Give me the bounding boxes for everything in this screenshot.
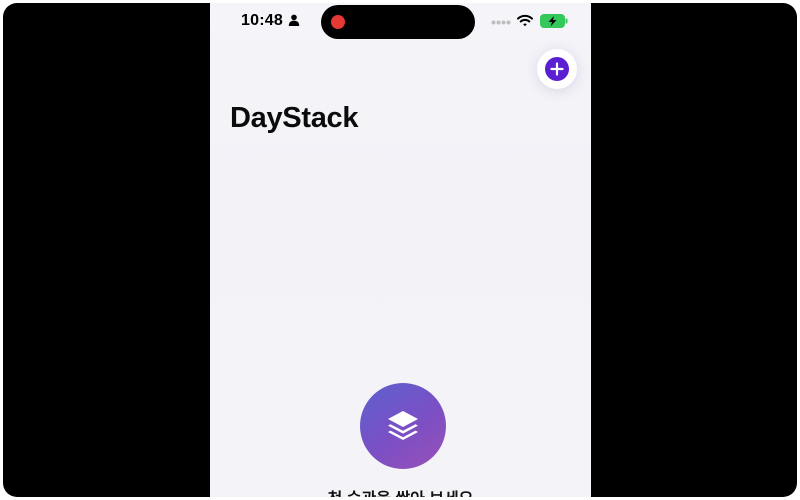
app-screen: 10:48 DayStack — [210, 3, 591, 497]
person-icon — [288, 14, 300, 26]
dynamic-island — [321, 5, 475, 39]
recording-indicator-icon — [331, 15, 345, 29]
status-bar: 10:48 — [210, 3, 591, 41]
plus-icon — [550, 62, 564, 76]
wifi-icon — [517, 14, 533, 27]
add-button-circle — [545, 57, 569, 81]
add-habit-button[interactable] — [537, 49, 577, 89]
empty-state-message: 첫 습관을 쌓아 보세요 — [210, 485, 591, 497]
stack-layers-icon — [388, 411, 418, 440]
battery-charging-icon — [540, 14, 568, 28]
page-title: DayStack — [230, 102, 359, 134]
device-frame: 10:48 DayStack — [3, 3, 797, 497]
status-time: 10:48 — [241, 12, 283, 29]
signal-dots-icon — [491, 20, 511, 25]
empty-state-badge — [360, 383, 446, 469]
